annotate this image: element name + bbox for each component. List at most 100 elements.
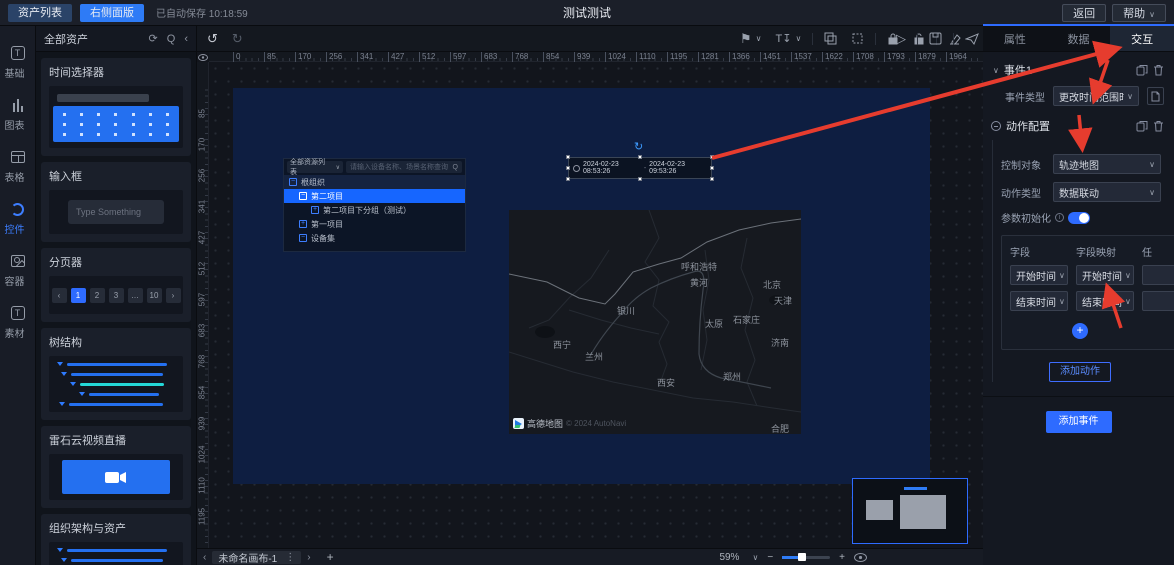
- sidebar-item-charts[interactable]: 图表: [0, 96, 35, 148]
- resize-handle-s[interactable]: [638, 177, 642, 181]
- canvas-area[interactable]: 全部资源列表∨ 请输入设备名称、场景名称查询 Q − 根组织 − 第二项目: [209, 62, 983, 548]
- collapse-panel-icon[interactable]: ‹: [184, 33, 188, 45]
- add-action-button[interactable]: 添加动作: [1049, 362, 1111, 382]
- minimap-map-rect: [900, 495, 946, 529]
- publish-icon[interactable]: [965, 33, 979, 45]
- tree-node[interactable]: + 第一项目: [284, 217, 465, 231]
- extra-select[interactable]: ∨: [1142, 291, 1174, 311]
- action-type-select[interactable]: 数据联动∨: [1053, 182, 1161, 202]
- param-init-toggle[interactable]: [1068, 212, 1090, 224]
- copy-icon[interactable]: [1136, 120, 1148, 132]
- tree-node[interactable]: + 第二项目下分组（测试）: [284, 203, 465, 217]
- help-label: 帮助: [1123, 8, 1145, 20]
- redo-icon[interactable]: ↻: [232, 31, 243, 47]
- back-button[interactable]: 返回: [1062, 4, 1106, 22]
- resize-handle-sw[interactable]: [566, 177, 570, 181]
- tree-node[interactable]: − 设备集: [284, 231, 465, 245]
- undo-icon[interactable]: ↺: [207, 31, 218, 47]
- time-range-widget[interactable]: 2024-02-23 08:53:26 - 2024-02-23 09:53:2…: [568, 157, 712, 179]
- expander-icon[interactable]: −: [289, 178, 297, 186]
- add-canvas-icon[interactable]: +: [327, 550, 334, 564]
- sidebar-item-controls[interactable]: 控件: [0, 200, 35, 252]
- dashboard-designer-app: 资产列表 右侧面版 已自动保存 10:18:59 测试测试 返回 帮助∨ T 基…: [0, 0, 1174, 565]
- sidebar-item-material[interactable]: T 素材: [0, 304, 35, 356]
- tree-node-selected[interactable]: − 第二项目: [284, 189, 465, 203]
- pager-page: …: [128, 288, 143, 303]
- delete-icon[interactable]: [1153, 120, 1164, 132]
- sidebar-item-container[interactable]: 容器: [0, 252, 35, 304]
- edit-json-icon[interactable]: [1147, 87, 1164, 105]
- zoom-in-icon[interactable]: +: [839, 552, 845, 563]
- mapping-select[interactable]: 开始时间∨: [1076, 265, 1134, 285]
- expander-icon[interactable]: +: [299, 220, 307, 228]
- sidebar-item-label: 图表: [5, 117, 25, 132]
- tree-filter-select[interactable]: 全部资源列表∨: [287, 161, 343, 173]
- zoom-out-icon[interactable]: −: [767, 552, 773, 563]
- eye-icon[interactable]: [854, 553, 867, 562]
- expander-icon[interactable]: −: [299, 234, 307, 242]
- ruler-label: 1622: [822, 52, 843, 62]
- resize-handle-ne[interactable]: [710, 155, 714, 159]
- asset-card-video-live[interactable]: 雷石云视频直播: [41, 426, 191, 508]
- expander-icon[interactable]: +: [311, 206, 319, 214]
- pager-preview: ‹123…10›: [52, 288, 181, 303]
- tree-preview: [55, 544, 177, 565]
- asset-card-pager[interactable]: 分页器 ‹123…10›: [41, 248, 191, 322]
- align-top-icon[interactable]: T↧∨: [776, 32, 802, 45]
- collapse-minus-icon[interactable]: [991, 121, 1001, 131]
- search-icon[interactable]: Q: [167, 33, 176, 45]
- asset-list-button[interactable]: 资产列表: [8, 4, 72, 22]
- tree-search-input[interactable]: 请输入设备名称、场景名称查询 Q: [346, 161, 462, 173]
- resize-handle-n[interactable]: [638, 155, 642, 159]
- control-target-select[interactable]: 轨迹地图∨: [1053, 154, 1161, 174]
- map-city-label: 天津: [774, 294, 792, 307]
- minimap[interactable]: [852, 478, 968, 544]
- refresh-icon[interactable]: ⟳: [149, 32, 158, 45]
- resize-handle-e[interactable]: [710, 166, 714, 170]
- chevron-down-icon[interactable]: ∨: [993, 66, 999, 75]
- sidebar-item-basic[interactable]: T 基础: [0, 44, 35, 96]
- add-event-button[interactable]: 添加事件: [1046, 411, 1112, 433]
- asset-card-tree[interactable]: 树结构: [41, 328, 191, 420]
- pager-page: 2: [90, 288, 105, 303]
- ungroup-icon[interactable]: [851, 32, 864, 45]
- tab-properties[interactable]: 属性: [983, 26, 1047, 51]
- more-options-icon[interactable]: ⋮: [285, 552, 295, 563]
- widget-refresh-icon[interactable]: ↻: [634, 140, 643, 153]
- save-icon[interactable]: [929, 32, 942, 45]
- group-icon[interactable]: [824, 32, 837, 45]
- mapping-select[interactable]: 结束时间∨: [1076, 291, 1134, 311]
- flag-marker-icon[interactable]: ⚑∨: [740, 31, 762, 47]
- map-widget[interactable]: 呼和浩特黄河北京天津银川太原石家庄济南西宁兰州西安郑州合肥 高德地图 © 202…: [509, 210, 801, 434]
- resize-handle-nw[interactable]: [566, 155, 570, 159]
- event-type-select[interactable]: 更改时间范围时∨: [1053, 86, 1139, 106]
- help-button[interactable]: 帮助∨: [1112, 4, 1166, 22]
- preview-play-icon[interactable]: ▷: [896, 31, 906, 47]
- asset-card-timepicker[interactable]: 时间选择器: [41, 58, 191, 156]
- expander-icon[interactable]: −: [299, 192, 307, 200]
- chevron-down-icon[interactable]: ∨: [752, 553, 758, 562]
- resize-handle-se[interactable]: [710, 177, 714, 181]
- field-select[interactable]: 开始时间∨: [1010, 265, 1068, 285]
- zoom-level[interactable]: 59%: [719, 552, 739, 563]
- prev-canvas-icon[interactable]: ‹: [203, 552, 206, 563]
- sidebar-item-table[interactable]: 表格: [0, 148, 35, 200]
- resize-handle-w[interactable]: [566, 166, 570, 170]
- next-canvas-icon[interactable]: ›: [307, 552, 310, 563]
- tree-node-root[interactable]: − 根组织: [284, 175, 465, 189]
- delete-icon[interactable]: [1153, 64, 1164, 76]
- canvas-tab[interactable]: 未命名画布-1 ⋮: [212, 551, 301, 564]
- tree-widget[interactable]: 全部资源列表∨ 请输入设备名称、场景名称查询 Q − 根组织 − 第二项目: [283, 158, 466, 252]
- field-select[interactable]: 结束时间∨: [1010, 291, 1068, 311]
- add-field-row-button[interactable]: +: [1072, 323, 1088, 339]
- asset-card-input[interactable]: 输入框 Type Something: [41, 162, 191, 242]
- right-panel-button[interactable]: 右侧面版: [80, 4, 144, 22]
- zoom-slider[interactable]: [782, 556, 830, 559]
- copy-icon[interactable]: [1136, 64, 1148, 76]
- tab-interaction[interactable]: 交互: [1110, 26, 1174, 51]
- tab-data[interactable]: 数据: [1047, 26, 1111, 51]
- asset-card-org-assets[interactable]: 组织架构与资产: [41, 514, 191, 565]
- eye-icon[interactable]: [198, 54, 208, 61]
- map-brand: 高德地图: [527, 417, 563, 430]
- extra-select[interactable]: ∨: [1142, 265, 1174, 285]
